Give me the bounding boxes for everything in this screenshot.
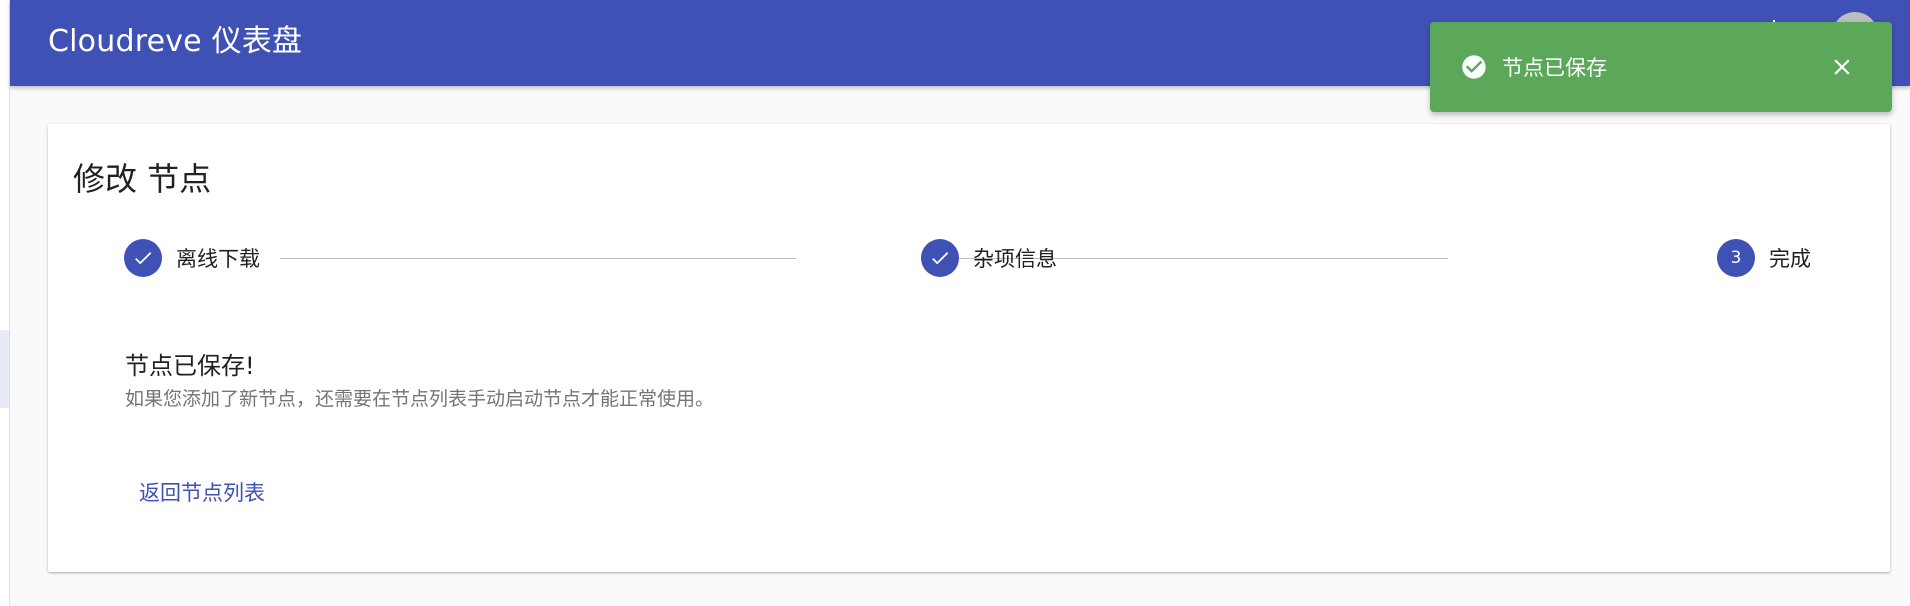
app-title: Cloudreve 仪表盘 xyxy=(48,24,303,59)
close-icon[interactable] xyxy=(1825,50,1859,84)
navigation-drawer-edge xyxy=(0,0,10,606)
step-finish: 3 完成 xyxy=(1717,238,1811,278)
success-description: 如果您添加了新节点，还需要在节点列表手动启动节点才能正常使用。 xyxy=(125,388,715,410)
snackbar-message: 节点已保存 xyxy=(1502,56,1607,80)
step-connector xyxy=(280,258,796,259)
check-circle-icon xyxy=(1460,53,1488,81)
check-icon xyxy=(921,239,959,277)
success-snackbar: 节点已保存 xyxy=(1430,22,1892,112)
step-misc-info: 杂项信息 xyxy=(921,238,1057,278)
step-label: 完成 xyxy=(1769,247,1811,271)
success-heading: 节点已保存! xyxy=(125,352,255,380)
step-number: 3 xyxy=(1717,239,1755,277)
step-label: 杂项信息 xyxy=(973,247,1057,271)
check-icon xyxy=(124,239,162,277)
drawer-selected-item[interactable] xyxy=(0,330,9,408)
page-title: 修改 节点 xyxy=(73,160,212,198)
step-label: 离线下载 xyxy=(176,247,260,271)
edit-node-card: 修改 节点 离线下载 杂项信息 3 完成 节点已保存! 如果您添加了新节点，还需… xyxy=(48,124,1890,572)
step-offline-download: 离线下载 xyxy=(124,238,260,278)
back-to-node-list-button[interactable]: 返回节点列表 xyxy=(125,470,279,514)
